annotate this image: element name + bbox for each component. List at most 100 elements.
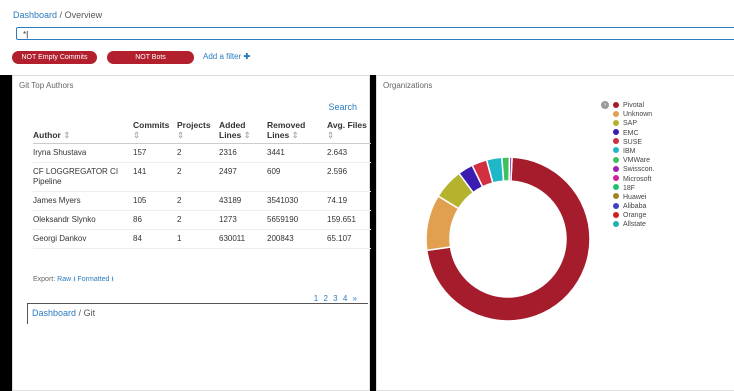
column-header-author[interactable]: Author ⇕ bbox=[33, 120, 133, 144]
cell-projects: 2 bbox=[177, 210, 219, 230]
legend-label: EMC bbox=[623, 129, 639, 137]
embedded-window: Dashboard / Git bbox=[27, 303, 368, 324]
sub-breadcrumb-dashboard-link[interactable]: Dashboard bbox=[32, 308, 76, 318]
cell-author: Georgi Dankov bbox=[33, 229, 133, 249]
cell-added-lines: 2316 bbox=[219, 143, 267, 163]
cell-avg-files: 2.596 bbox=[327, 162, 371, 192]
cell-commits: 141 bbox=[133, 162, 177, 192]
cell-commits: 84 bbox=[133, 229, 177, 249]
cell-author: James Myers bbox=[33, 191, 133, 211]
page-link-2[interactable]: 2 bbox=[323, 294, 327, 303]
legend-item[interactable]: EMC bbox=[613, 129, 655, 138]
cell-projects: 2 bbox=[177, 143, 219, 163]
legend-label: SAP bbox=[623, 120, 638, 128]
cell-removed-lines: 3541030 bbox=[267, 191, 327, 211]
legend-toggle-icon[interactable]: › bbox=[601, 101, 609, 109]
legend-swatch bbox=[613, 101, 619, 108]
legend-swatch bbox=[613, 193, 619, 200]
legend-swatch bbox=[613, 211, 619, 218]
legend-item[interactable]: IBM bbox=[613, 147, 655, 156]
breadcrumb-separator: / bbox=[59, 10, 63, 20]
legend-label: Huawei bbox=[623, 193, 647, 201]
legend-item[interactable]: 18F bbox=[613, 184, 655, 193]
legend-swatch bbox=[613, 220, 619, 227]
sub-breadcrumb: Dashboard / Git bbox=[32, 308, 95, 318]
cell-added-lines: 43189 bbox=[219, 191, 267, 211]
breadcrumb: Dashboard / Overview bbox=[13, 10, 102, 20]
sort-icon: ⇕ bbox=[243, 130, 251, 140]
legend-swatch bbox=[613, 129, 619, 136]
legend-swatch bbox=[613, 165, 619, 172]
table-row: Oleksandr Slynko 86 2 1273 5659190 159.6… bbox=[33, 210, 371, 230]
sort-icon: ⇕ bbox=[63, 130, 71, 140]
breadcrumb-current: Overview bbox=[64, 10, 103, 20]
organizations-donut-chart bbox=[425, 156, 591, 322]
legend-item[interactable]: Alibaba bbox=[613, 202, 655, 211]
cell-projects: 1 bbox=[177, 229, 219, 249]
column-header-removed-lines[interactable]: Removed Lines ⇕ bbox=[267, 120, 327, 144]
pagination: 1 2 3 4 » bbox=[314, 294, 357, 303]
cell-removed-lines: 5659190 bbox=[267, 210, 327, 230]
legend-item[interactable]: SUSE bbox=[613, 138, 655, 147]
breadcrumb-dashboard-link[interactable]: Dashboard bbox=[13, 10, 57, 20]
authors-table: Author ⇕ Commits ⇕ Projects ⇕ Added Lines … bbox=[33, 120, 371, 249]
top-bar: Dashboard / Overview *| NOT Empty Commit… bbox=[0, 0, 734, 75]
legend-item[interactable]: Pivotal bbox=[613, 101, 655, 110]
legend-label: VMWare bbox=[623, 157, 650, 165]
legend-label: Allstate bbox=[623, 221, 646, 229]
donut-slice-swisscon-[interactable] bbox=[508, 156, 513, 182]
download-icon: ⭳ bbox=[73, 276, 76, 283]
sort-icon: ⇕ bbox=[177, 130, 185, 140]
column-header-projects[interactable]: Projects ⇕ bbox=[177, 120, 219, 144]
legend-item[interactable]: Allstate bbox=[613, 220, 655, 229]
legend-label: SUSE bbox=[623, 138, 643, 146]
legend-item[interactable]: Huawei bbox=[613, 193, 655, 202]
legend-label: IBM bbox=[623, 147, 636, 155]
table-row: James Myers 105 2 43189 3541030 74.19 bbox=[33, 191, 371, 211]
cell-removed-lines: 609 bbox=[267, 162, 327, 192]
cell-author: Oleksandr Slynko bbox=[33, 210, 133, 230]
search-link[interactable]: Search bbox=[328, 102, 357, 112]
export-formatted-link[interactable]: Formatted ⭳ bbox=[78, 276, 114, 283]
filter-pill-bots[interactable]: NOT Bots bbox=[107, 51, 194, 64]
add-filter-link[interactable]: Add a filter ✚ bbox=[203, 52, 250, 61]
page-link-3[interactable]: 3 bbox=[333, 294, 337, 303]
legend-label: Orange bbox=[623, 212, 647, 220]
legend-item[interactable]: Swisscon. bbox=[613, 165, 655, 174]
legend-item[interactable]: Orange bbox=[613, 211, 655, 220]
legend-item[interactable]: Unknown bbox=[613, 110, 655, 119]
cell-avg-files: 2.643 bbox=[327, 143, 371, 163]
column-header-added-lines[interactable]: Added Lines ⇕ bbox=[219, 120, 267, 144]
sort-icon: ⇕ bbox=[291, 130, 299, 140]
table-row: Iryna Shustava 157 2 2316 3441 2.643 bbox=[33, 143, 371, 163]
export-raw-link[interactable]: Raw ⭳ bbox=[57, 276, 75, 283]
legend-label: Swisscon. bbox=[623, 166, 655, 174]
page-link-next[interactable]: » bbox=[353, 294, 357, 303]
legend-item[interactable]: SAP bbox=[613, 119, 655, 128]
legend-swatch bbox=[613, 156, 619, 163]
download-icon: ⭳ bbox=[111, 276, 114, 283]
page-link-1[interactable]: 1 bbox=[314, 294, 318, 303]
legend-swatch bbox=[613, 138, 619, 145]
cell-avg-files: 74.19 bbox=[327, 191, 371, 211]
page-link-4[interactable]: 4 bbox=[343, 294, 347, 303]
cell-removed-lines: 3441 bbox=[267, 143, 327, 163]
cell-commits: 105 bbox=[133, 191, 177, 211]
column-header-avg-files[interactable]: Avg. Files ⇕ bbox=[327, 120, 371, 144]
legend-label: 18F bbox=[623, 184, 636, 192]
legend-item[interactable]: Microsoft bbox=[613, 175, 655, 184]
legend-item[interactable]: VMWare bbox=[613, 156, 655, 165]
cell-commits: 157 bbox=[133, 143, 177, 163]
cell-added-lines: 2497 bbox=[219, 162, 267, 192]
plus-icon: ✚ bbox=[243, 52, 251, 61]
sub-breadcrumb-current: Git bbox=[83, 308, 96, 318]
cell-author: Iryna Shustava bbox=[33, 143, 133, 163]
donut-slice-vmware[interactable] bbox=[500, 156, 511, 182]
filter-pill-empty-commits[interactable]: NOT Empty Commits bbox=[12, 51, 97, 64]
column-header-commits[interactable]: Commits ⇕ bbox=[133, 120, 177, 144]
table-row: Georgi Dankov 84 1 630011 200843 65.107 bbox=[33, 229, 371, 249]
legend-swatch bbox=[613, 175, 619, 181]
query-input[interactable]: *| bbox=[16, 27, 734, 40]
sort-icon: ⇕ bbox=[133, 130, 141, 140]
cell-commits: 86 bbox=[133, 210, 177, 230]
